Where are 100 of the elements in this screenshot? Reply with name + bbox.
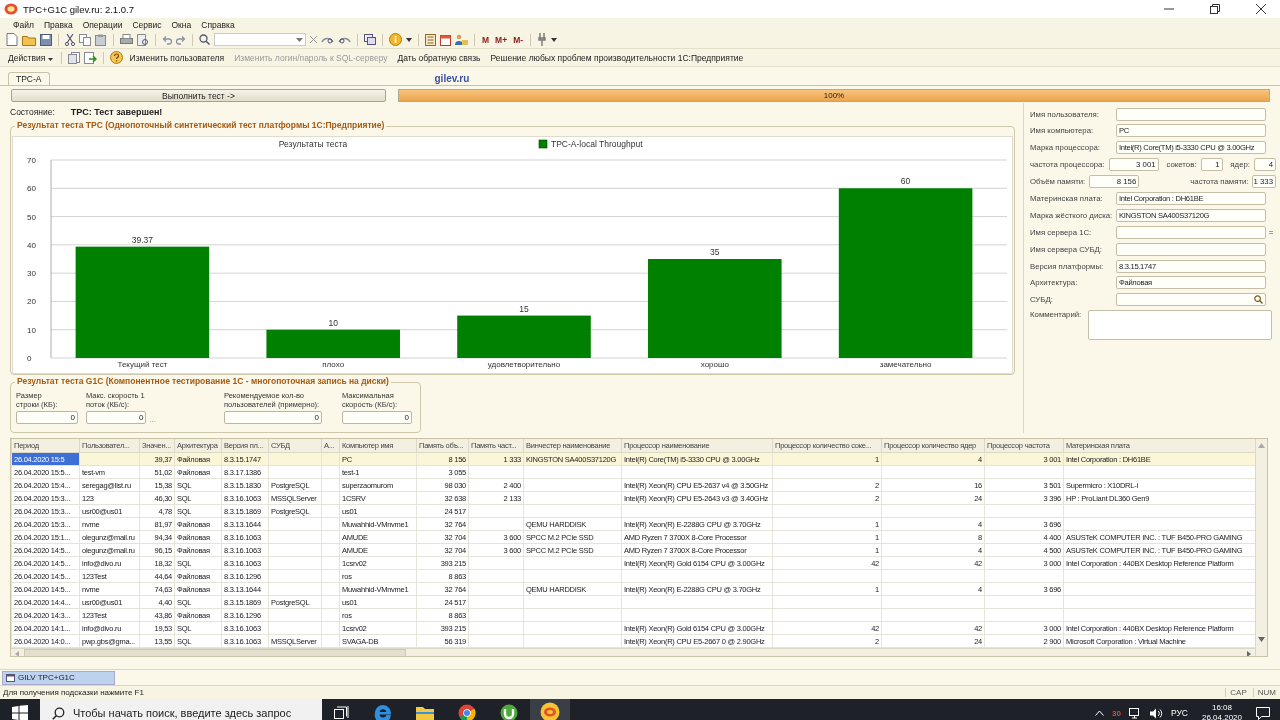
taskbar-app-button[interactable] — [530, 699, 570, 720]
windows-icon[interactable] — [364, 34, 376, 45]
export-icon[interactable] — [83, 51, 97, 64]
vertical-scrollbar[interactable] — [1255, 439, 1267, 656]
axis-tick-label: 30 — [27, 268, 36, 278]
action-link[interactable]: Решение любых проблем производительности 1С:Предприятие — [487, 52, 747, 63]
select-button[interactable]: ... — [149, 414, 156, 424]
field-suffix: = — [1267, 227, 1275, 237]
text-field[interactable] — [1116, 242, 1266, 256]
form-icon — [6, 673, 15, 682]
app-logo-icon — [540, 702, 560, 720]
document-list-icon[interactable] — [67, 51, 80, 64]
action-link[interactable]: Дать обратную связь — [394, 52, 484, 63]
dropdown-caret-icon[interactable] — [406, 37, 412, 42]
app-logo-icon — [4, 3, 18, 15]
axis-tick-label: 10 — [27, 325, 36, 335]
horizontal-scrollbar[interactable] — [11, 648, 1255, 656]
text-field[interactable] — [1116, 107, 1266, 121]
copy-icon[interactable] — [79, 33, 91, 46]
info-icon[interactable] — [389, 33, 402, 46]
menu-item[interactable]: Справка — [196, 19, 240, 30]
window-tab[interactable]: GILV TPC+G1C — [2, 670, 115, 685]
number-field[interactable]: 0 — [224, 410, 322, 424]
legend-swatch — [538, 139, 548, 148]
cut-icon[interactable] — [65, 33, 75, 46]
search-field[interactable]: Чтобы начать поиск, введите здесь запрос — [40, 699, 322, 720]
menu-item[interactable]: Файл — [8, 19, 39, 30]
memory-button[interactable]: M — [481, 34, 491, 45]
data-label: 39.37 — [131, 234, 154, 245]
print-icon[interactable] — [120, 33, 133, 46]
notification-icon[interactable] — [1256, 706, 1270, 720]
memory-button[interactable]: M+ — [494, 34, 509, 45]
site-link[interactable]: gilev.ru — [434, 72, 470, 84]
category-label: удовлетворительно — [487, 359, 561, 369]
start-icon[interactable] — [12, 705, 28, 720]
language-indicator[interactable]: РУС — [1170, 708, 1188, 718]
task-view-icon[interactable] — [334, 706, 350, 720]
print-preview-icon[interactable] — [137, 33, 149, 46]
memory-button[interactable]: M- — [512, 34, 525, 45]
tab[interactable]: TPC-A — [8, 72, 50, 85]
volume-icon[interactable] — [1149, 707, 1163, 719]
action-link[interactable]: Изменить пользователя — [126, 52, 228, 63]
data-label: 35 — [710, 246, 720, 257]
menu-item[interactable]: Сервис — [127, 19, 167, 30]
comment-field[interactable] — [1088, 309, 1272, 340]
axis-tick-label: 60 — [27, 183, 36, 193]
search-icon[interactable] — [1254, 295, 1263, 305]
data-label: 10 — [328, 317, 338, 328]
scroll-right-icon[interactable] — [1246, 650, 1252, 656]
paste-icon[interactable] — [95, 33, 107, 46]
clear-icon[interactable] — [310, 36, 317, 43]
number-field[interactable]: 0 — [16, 410, 78, 424]
status-hint: Для получения подсказки нажмите F1 — [3, 688, 144, 697]
calendar-icon[interactable] — [440, 33, 451, 46]
legend-label: TPC-A-local Throughput — [551, 138, 643, 149]
clock-date[interactable]: 26.04.2020 — [1201, 713, 1242, 720]
state-label: Состояние: — [10, 107, 55, 118]
data-label: 15 — [519, 303, 529, 314]
status-indicator: CAP — [1225, 688, 1247, 697]
lookup-field[interactable] — [1116, 293, 1266, 307]
number-field[interactable]: 0 — [86, 410, 147, 424]
torrent-icon[interactable] — [500, 704, 518, 720]
category-label: Текущий тест — [117, 359, 168, 369]
redo-icon[interactable] — [176, 34, 186, 45]
axis-tick-label: 0 — [27, 353, 32, 363]
help-icon[interactable] — [109, 51, 123, 64]
undo-icon[interactable] — [162, 34, 172, 45]
window-title: TPC+G1C gilev.ru: 2.1.0.7 — [23, 3, 134, 15]
folder-icon[interactable] — [416, 705, 434, 720]
category-label: замечательно — [879, 359, 932, 369]
run-test-button[interactable]: Выполнить тест -> — [11, 89, 386, 102]
search-icon[interactable] — [199, 34, 210, 45]
tray-badge[interactable]: 30 — [1112, 708, 1121, 718]
scroll-down-icon[interactable] — [1258, 637, 1265, 642]
save-icon[interactable] — [40, 33, 52, 46]
menu-item[interactable]: Операции — [77, 19, 128, 30]
menu-item[interactable]: Окна — [166, 19, 197, 30]
axis-tick-label: 20 — [27, 297, 36, 306]
category-label: хорошо — [700, 359, 729, 369]
users-icon[interactable] — [455, 33, 468, 46]
status-indicator: NUM — [1252, 688, 1276, 697]
clock-time[interactable]: 16:08 — [1211, 703, 1232, 713]
text-field[interactable] — [1116, 225, 1266, 239]
number-field[interactable]: 0 — [342, 410, 412, 424]
chrome-icon[interactable] — [458, 704, 476, 720]
scrollbar-thumb[interactable] — [24, 649, 406, 656]
browser-icon[interactable] — [374, 704, 392, 720]
new-document-icon[interactable] — [6, 33, 18, 46]
close-icon[interactable] — [1256, 4, 1266, 14]
category-label: плохо — [322, 359, 345, 369]
network-icon[interactable] — [1128, 707, 1142, 719]
actions-menu[interactable]: Действия — [6, 52, 55, 63]
dropdown-caret-icon — [47, 57, 53, 61]
search-icon — [52, 706, 65, 720]
menu-item[interactable]: Правка — [38, 19, 78, 30]
restore-icon[interactable] — [1210, 4, 1220, 14]
chart-title: Результаты теста — [278, 138, 348, 149]
chevron-up-icon[interactable] — [1095, 710, 1104, 716]
dropdown-caret-icon[interactable] — [551, 37, 558, 42]
group-title: Результат теста TPC (Однопоточный синтетический тест платформы 1С:Предприятие) — [15, 119, 387, 130]
